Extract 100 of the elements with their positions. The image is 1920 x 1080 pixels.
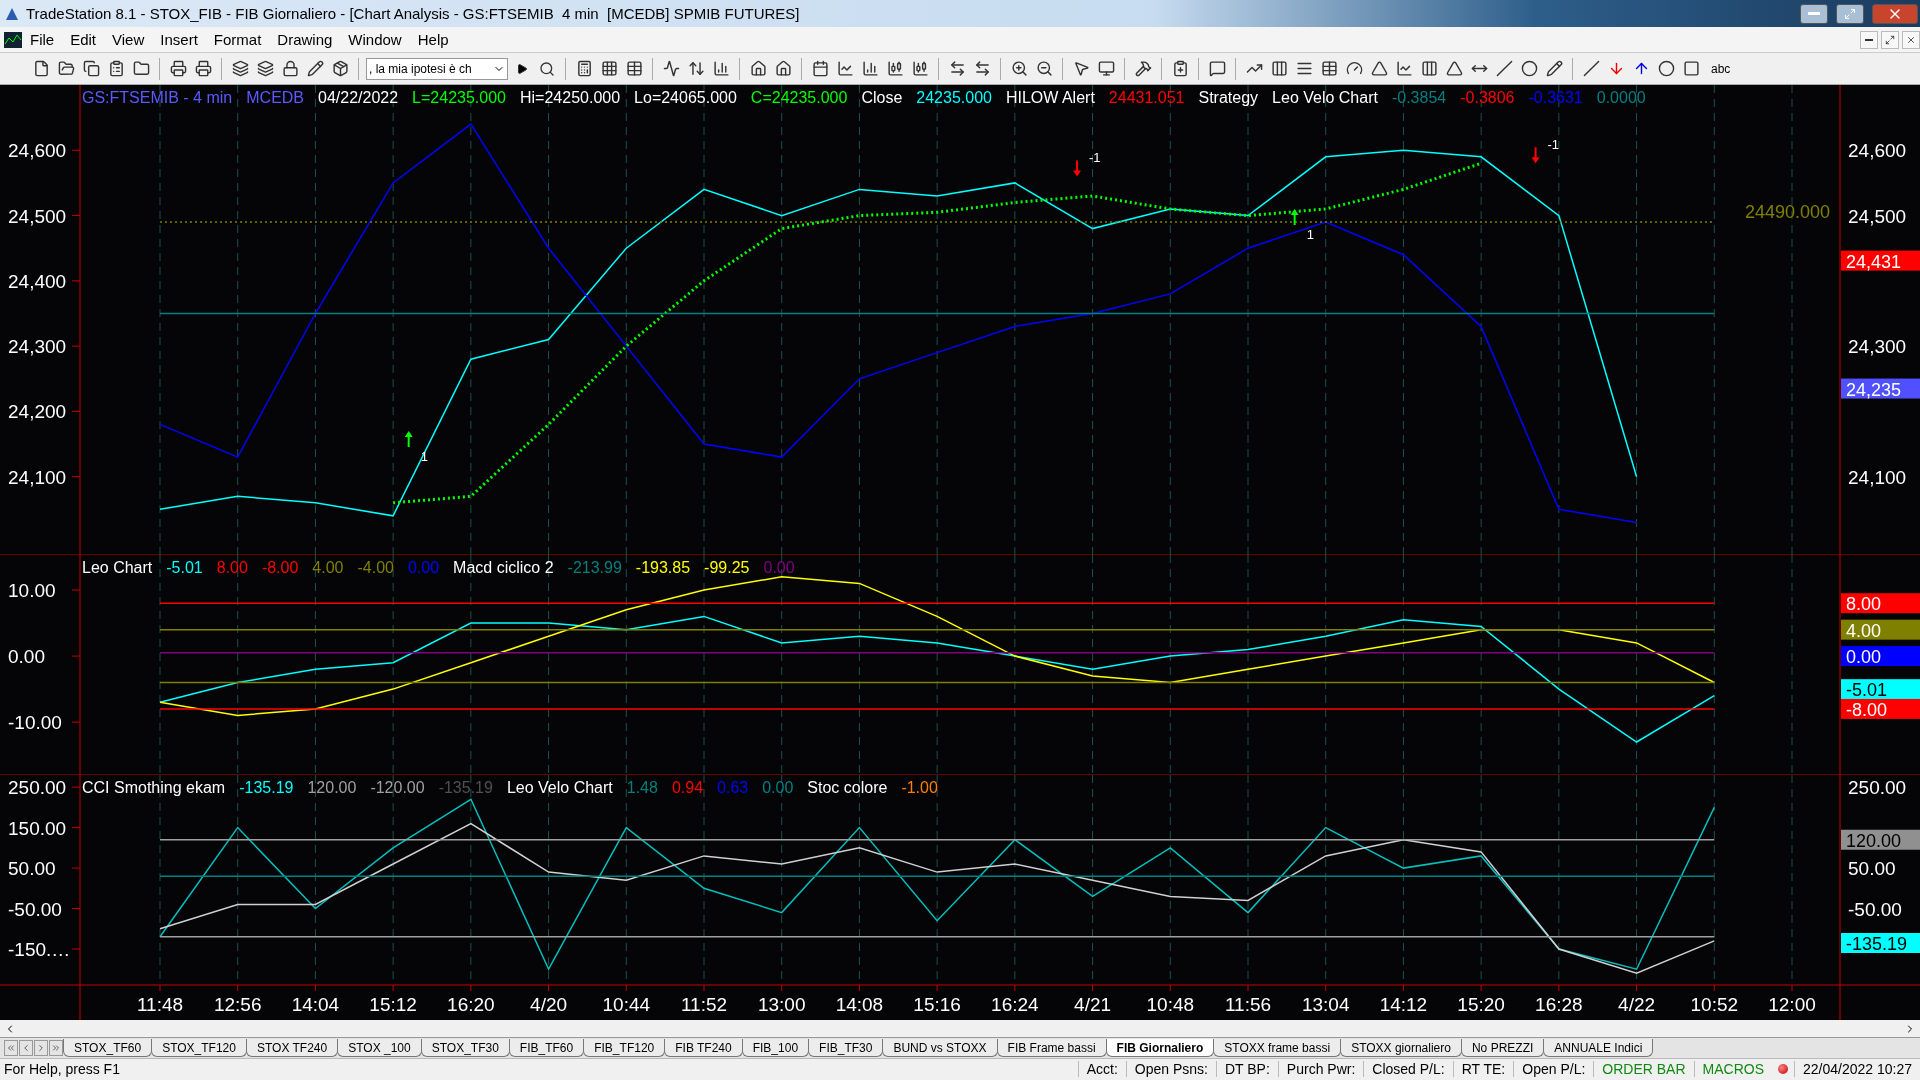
menu-item[interactable]: File <box>22 31 63 49</box>
sheet-tab[interactable]: FIB Giornaliero <box>1105 1039 1215 1058</box>
sheet-tab[interactable]: FIB_TF120 <box>583 1039 666 1058</box>
legend-label: 1.48 <box>626 779 658 798</box>
axis-label: 250.00 <box>1848 777 1907 799</box>
status-field: RT TE: <box>1452 1061 1514 1078</box>
value-badge: 4.00 <box>1841 619 1920 641</box>
signal-label: 1 <box>420 449 428 465</box>
legend-label: 8.00 <box>216 559 248 578</box>
menu-item[interactable]: Format <box>205 31 270 49</box>
time-axis-label: 4/20 <box>530 994 568 1016</box>
sheet-tab[interactable]: No PREZZI <box>1460 1039 1545 1058</box>
menu-item[interactable]: Edit <box>62 31 105 49</box>
time-axis-label: 14:12 <box>1379 994 1428 1016</box>
axis-label: 50.00 <box>1848 858 1896 880</box>
value-badge: 24,431 <box>1841 250 1920 272</box>
sheet-tab[interactable]: FIB_TF60 <box>508 1039 585 1058</box>
axis-label: 24,200 <box>8 401 67 423</box>
value-badge: 8.00 <box>1841 593 1920 615</box>
axis-label: 24,600 <box>8 140 67 162</box>
dropdown-field[interactable]: , la mia ipotesi è ch <box>366 57 508 80</box>
legend-label: Leo Velo Chart <box>1272 89 1378 108</box>
axis-label: 24,100 <box>1848 466 1907 488</box>
legend-label: HILOW Alert <box>1005 89 1095 108</box>
axis-label: 24,500 <box>1848 205 1907 227</box>
time-axis-label: 13:00 <box>757 994 806 1016</box>
legend-label: -0.3854 <box>1391 89 1447 108</box>
legend-label: MCEDB <box>246 89 305 108</box>
legend-label: 120.00 <box>307 779 357 798</box>
sheet-tab[interactable]: FIB Frame bassi <box>996 1039 1107 1058</box>
help-text: For Help, press F1 <box>3 1061 121 1078</box>
time-axis-label: 11:48 <box>136 994 184 1016</box>
sheet-tab[interactable]: STOX _100 <box>337 1039 422 1058</box>
time-axis-label: 16:28 <box>1535 994 1583 1016</box>
time-axis-label: 16:20 <box>447 994 495 1016</box>
legend-label: -135.19 <box>239 779 294 798</box>
window-title: TradeStation 8.1 - STOX_FIB - FIB Giornaliero - [Chart Analysis - GS:FTSEMIB 4 min [MCEDB] SPMIB FUTURES] <box>26 5 801 22</box>
legend-label: GS:FTSEMIB - 4 min <box>82 89 233 108</box>
menu-item[interactable]: Drawing <box>269 31 341 49</box>
status-field: Purch Pwr: <box>1277 1061 1364 1078</box>
time-axis-label: 13:04 <box>1301 994 1350 1016</box>
menu-item[interactable]: View <box>104 31 153 49</box>
legend-label: -135.19 <box>438 779 493 798</box>
menu-item[interactable]: Window <box>340 31 410 49</box>
signal-label: -1 <box>1089 150 1101 166</box>
axis-label: 24,300 <box>1848 336 1907 358</box>
status-field: Open P/L: <box>1513 1061 1594 1078</box>
menu-item[interactable]: Help <box>409 31 457 49</box>
time-axis-label: 10:44 <box>602 994 651 1016</box>
sheet-tab[interactable]: STOX_TF60 <box>63 1039 153 1058</box>
axis-label: 150.00 <box>8 817 67 839</box>
sheet-tab[interactable]: STOX_TF30 <box>420 1039 510 1058</box>
sheet-tab[interactable]: STOX_TF120 <box>151 1039 247 1058</box>
value-badge: 0.00 <box>1841 646 1920 668</box>
time-axis-label: 10:48 <box>1146 994 1195 1016</box>
legend-label: Leo Chart <box>82 559 153 578</box>
status-field: Closed P/L: <box>1363 1061 1453 1078</box>
value-badge: 24,235 <box>1841 378 1920 400</box>
value-badge: -8.00 <box>1841 699 1920 720</box>
status-field: Open Psns: <box>1125 1061 1216 1078</box>
sheet-tab[interactable]: BUND vs STOXX <box>882 1039 998 1058</box>
sheet-tab[interactable]: FIB TF240 <box>664 1039 743 1058</box>
legend-label: -0.3806 <box>1460 89 1515 108</box>
axis-label: -50.00 <box>1848 898 1902 920</box>
legend-label: 04/22/2022 <box>318 89 399 108</box>
sheet-tab[interactable]: FIB_TF30 <box>808 1039 884 1058</box>
axis-label: 0.00 <box>8 646 45 668</box>
time-axis-label: 15:12 <box>369 994 417 1016</box>
signal-label: -1 <box>1547 137 1560 153</box>
legend-label: -0.3631 <box>1528 89 1583 108</box>
legend-label: Lo=24065.000 <box>634 89 737 108</box>
legend-label: 0.00 <box>407 559 440 578</box>
legend-label: 0.00 <box>763 559 795 578</box>
legend-label: -120.00 <box>370 779 425 798</box>
legend-label: -1.00 <box>901 779 938 798</box>
axis-label: 24,300 <box>8 336 67 358</box>
text-tool[interactable]: abc <box>1711 61 1731 76</box>
status-datetime: 22/04/2022 10:27 <box>1794 1061 1920 1078</box>
legend-label: -99.25 <box>704 559 750 578</box>
sheet-tab[interactable]: STOX TF240 <box>245 1039 339 1058</box>
legend-label: -4.00 <box>357 559 394 578</box>
legend-label: Close <box>861 89 903 108</box>
sheet-tab[interactable]: FIB_100 <box>741 1039 810 1058</box>
legend-label: Strategy <box>1198 89 1259 108</box>
legend-label: 0.00 <box>762 779 794 798</box>
legend-label: 24235.000 <box>916 89 992 108</box>
legend-label: CCI Smothing ekam <box>82 779 226 798</box>
time-axis-label: 14:08 <box>835 994 884 1016</box>
legend-label: 0.94 <box>671 779 704 798</box>
axis-label: 24,500 <box>8 205 67 227</box>
time-axis-label: 14:04 <box>291 994 340 1016</box>
value-badge: 120.00 <box>1841 829 1920 851</box>
legend-label: 4.00 <box>312 559 344 578</box>
sheet-tab[interactable]: ANNUALE Indici <box>1543 1039 1654 1058</box>
time-axis-label: 11:52 <box>680 994 728 1016</box>
time-axis-label: 15:16 <box>913 994 961 1016</box>
sheet-tab[interactable]: STOXX giornaliero <box>1340 1039 1462 1058</box>
menu-item[interactable]: Insert <box>152 31 206 49</box>
axis-label: 250.00 <box>8 777 67 799</box>
sheet-tab[interactable]: STOXX frame bassi <box>1213 1039 1342 1058</box>
